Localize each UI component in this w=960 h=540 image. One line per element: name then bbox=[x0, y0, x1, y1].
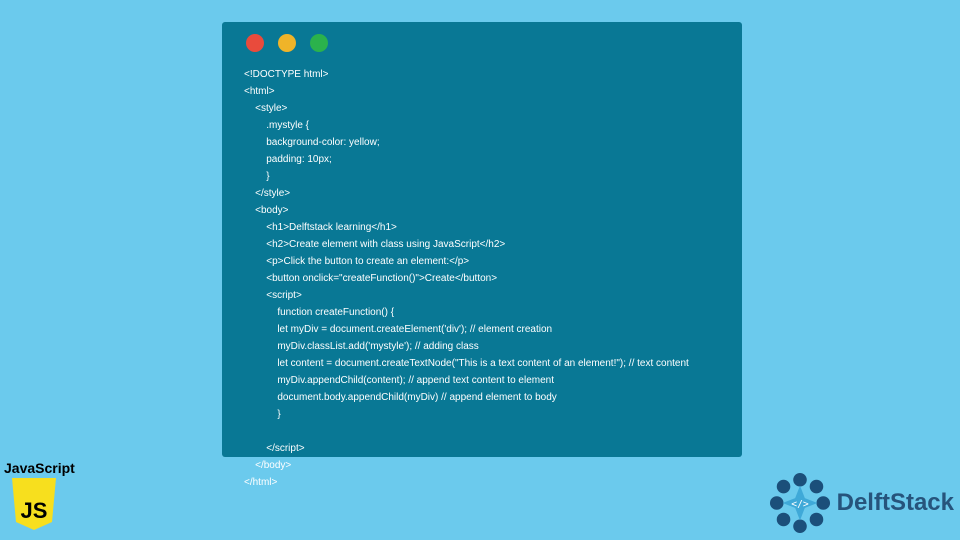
js-shield-text: JS bbox=[21, 498, 48, 523]
maximize-icon[interactable] bbox=[310, 34, 328, 52]
javascript-badge: JavaScript JS bbox=[2, 460, 75, 532]
javascript-label: JavaScript bbox=[4, 460, 75, 476]
svg-text:</>: </> bbox=[791, 499, 809, 510]
code-block: <!DOCTYPE html> <html> <style> .mystyle … bbox=[238, 66, 726, 491]
javascript-shield-icon: JS bbox=[10, 478, 58, 532]
brand-name: DelftStack bbox=[837, 489, 954, 517]
window-controls bbox=[246, 34, 726, 52]
close-icon[interactable] bbox=[246, 34, 264, 52]
minimize-icon[interactable] bbox=[278, 34, 296, 52]
delftstack-logo-icon: </> bbox=[769, 472, 831, 534]
code-window: <!DOCTYPE html> <html> <style> .mystyle … bbox=[222, 22, 742, 457]
brand-logo-wrap: </> DelftStack bbox=[769, 472, 954, 534]
